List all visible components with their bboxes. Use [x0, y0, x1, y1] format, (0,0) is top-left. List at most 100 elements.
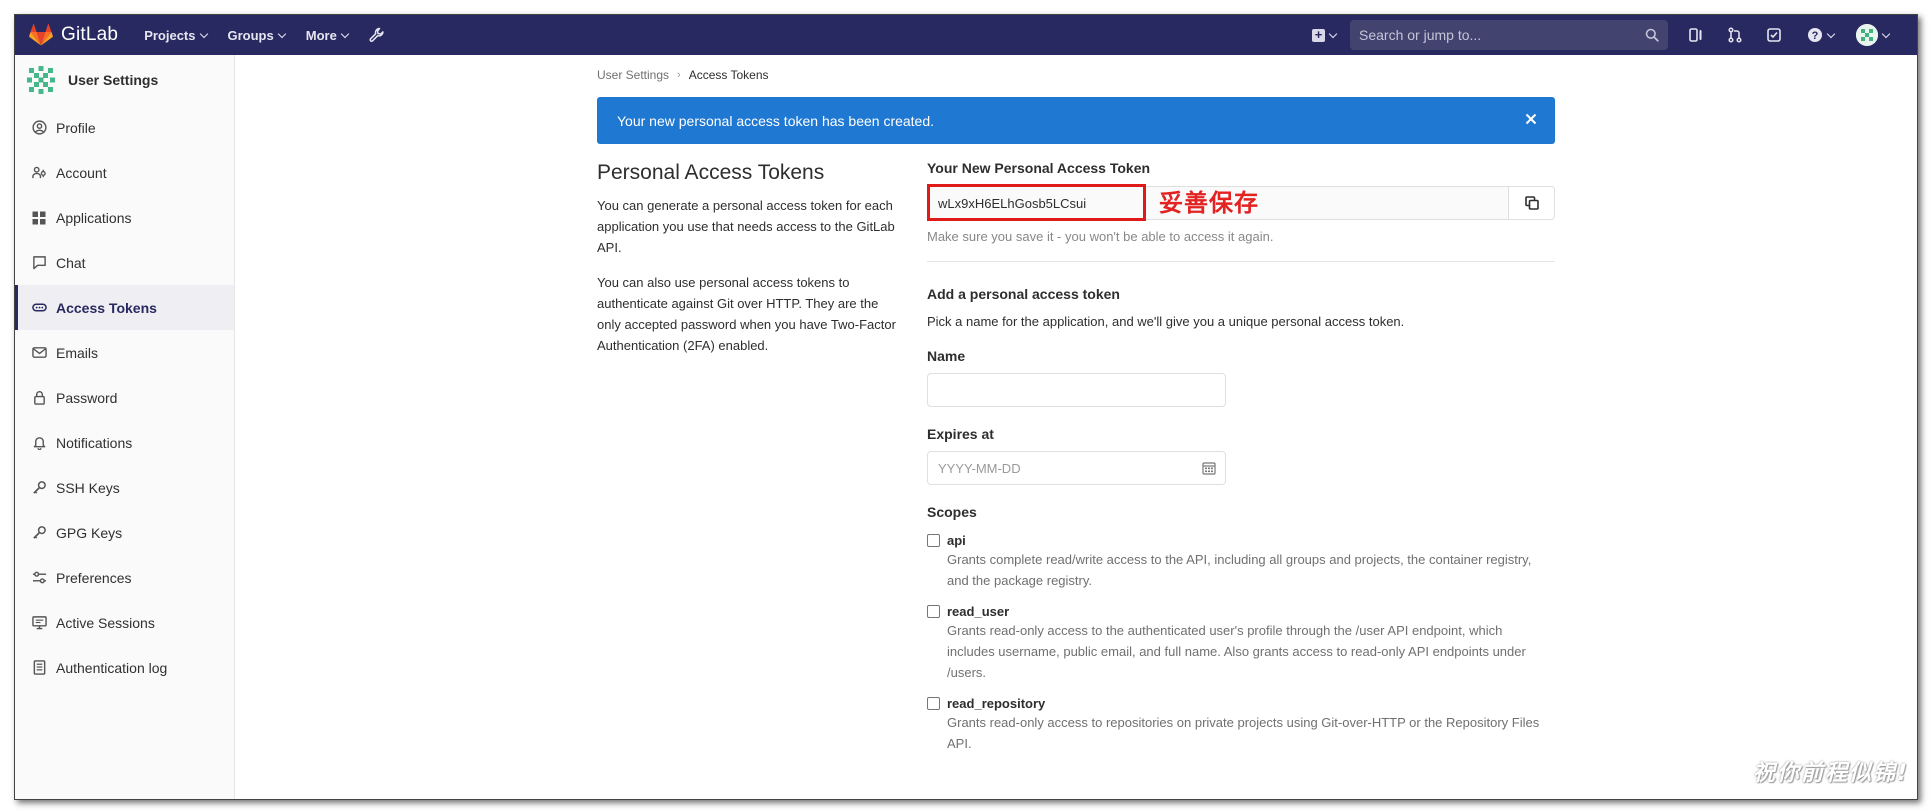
intro-paragraph-2: You can also use personal access tokens … [597, 275, 896, 353]
sidebar-item-access-tokens[interactable]: Access Tokens [15, 285, 234, 330]
scope-description: Grants complete read/write access to the… [947, 552, 1532, 588]
scope-read-user-checkbox[interactable] [927, 605, 940, 618]
scope-name[interactable]: api [947, 533, 966, 548]
sidebar-item-label: SSH Keys [56, 479, 120, 496]
sidebar-item-active-sessions[interactable]: Active Sessions [15, 600, 234, 645]
sidebar-item-notifications[interactable]: Notifications [15, 420, 234, 465]
copy-token-button[interactable] [1508, 186, 1555, 220]
nav-menu: Projects Groups More [144, 27, 406, 43]
log-icon [31, 660, 47, 676]
new-token-label: Your New Personal Access Token [927, 160, 1151, 176]
alert-message: Your new personal access token has been … [617, 112, 935, 129]
sidebar-item-label: Profile [56, 119, 96, 136]
sidebar-item-label: Applications [56, 209, 132, 226]
search-box[interactable] [1350, 20, 1668, 50]
scope-api-checkbox[interactable] [927, 534, 940, 547]
key-icon [31, 480, 47, 496]
new-token-help: Make sure you save it - you won't be abl… [927, 229, 1274, 244]
intro-column: Personal Access Tokens You can generate … [597, 160, 927, 754]
sidebar-header[interactable]: User Settings [15, 55, 234, 105]
user-avatar [1856, 24, 1878, 46]
chevron-down-icon [277, 29, 286, 38]
user-menu-button[interactable] [1856, 24, 1891, 46]
chevron-down-icon [340, 29, 350, 38]
sidebar-item-profile[interactable]: Profile [15, 105, 234, 150]
name-field[interactable] [927, 373, 1226, 407]
sidebar-item-ssh-keys[interactable]: SSH Keys [15, 465, 234, 510]
scope-name[interactable]: read_repository [947, 696, 1045, 711]
form-column: Your New Personal Access Token 妥善保存 Make… [927, 160, 1555, 754]
scope-head: api [927, 533, 1555, 548]
top-navbar: GitLab Projects Groups More + Search or … [15, 15, 1917, 55]
sidebar-item-label: Password [56, 389, 118, 406]
nav-projects-label: Projects [144, 27, 196, 43]
applications-icon [31, 210, 47, 226]
sidebar-item-authentication-log[interactable]: Authentication log [15, 645, 234, 690]
svg-text:?: ? [1811, 30, 1818, 42]
page-title: Personal Access Tokens [597, 161, 825, 184]
sidebar-item-chat[interactable]: Chat [15, 240, 234, 285]
emails-icon [31, 345, 47, 361]
todo-check-icon [1767, 28, 1781, 42]
nav-more[interactable]: More [306, 28, 350, 43]
brand-name: GitLab [61, 24, 119, 45]
lock-icon [31, 390, 47, 406]
add-token-heading: Add a personal access token [927, 286, 1120, 302]
breadcrumb-parent[interactable]: User Settings [597, 68, 669, 82]
breadcrumb: User Settings › Access Tokens [597, 55, 1555, 93]
chevron-down-icon [199, 29, 208, 38]
issues-icon [1689, 28, 1702, 42]
gitlab-logo-icon [29, 24, 53, 46]
merge-request-icon [1728, 27, 1742, 43]
scope-head: read_repository [927, 696, 1555, 711]
search-input[interactable] [1359, 27, 1645, 43]
chevron-down-icon [1328, 29, 1338, 38]
copy-icon [1524, 196, 1539, 210]
issues-button[interactable] [1686, 25, 1706, 45]
monitor-icon [31, 615, 47, 631]
breadcrumb-current[interactable]: Access Tokens [689, 68, 769, 82]
sidebar-item-preferences[interactable]: Preferences [15, 555, 234, 600]
sidebar-item-emails[interactable]: Emails [15, 330, 234, 375]
scope-read-repository: read_repository Grants read-only access … [927, 696, 1555, 754]
scope-description: Grants read-only access to repositories … [947, 715, 1540, 751]
key-icon [31, 525, 47, 541]
chevron-right-icon: › [677, 69, 681, 81]
intro-paragraph-1: You can generate a personal access token… [597, 198, 895, 255]
todos-button[interactable] [1764, 25, 1784, 45]
nav-groups-label: Groups [227, 27, 274, 43]
sidebar-item-label: Chat [56, 254, 86, 271]
scope-name[interactable]: read_user [947, 604, 1009, 619]
sidebar-item-label: Authentication log [56, 659, 168, 676]
nav-right: + ? [1312, 15, 1917, 55]
access-tokens-icon [31, 300, 47, 316]
sidebar-item-password[interactable]: Password [15, 375, 234, 420]
nav-groups[interactable]: Groups [227, 27, 286, 43]
chat-icon [31, 255, 47, 271]
sidebar-item-applications[interactable]: Applications [15, 195, 234, 240]
expires-date-field[interactable] [927, 451, 1226, 485]
help-dropdown-button[interactable]: ? [1803, 25, 1837, 45]
new-dropdown-button[interactable]: + [1312, 28, 1338, 42]
scope-read-user: read_user Grants read-only access to the… [927, 604, 1555, 683]
scope-read-repository-checkbox[interactable] [927, 697, 940, 710]
sidebar-list: Profile Account Applications Chat Access… [15, 105, 234, 690]
sidebar-item-account[interactable]: Account [15, 150, 234, 195]
name-label: Name [927, 348, 966, 364]
sidebar-title: User Settings [68, 72, 159, 88]
sidebar-item-gpg-keys[interactable]: GPG Keys [15, 510, 234, 555]
browser-frame: GitLab Projects Groups More + Search or … [14, 14, 1918, 800]
user-settings-avatar-icon [27, 66, 55, 94]
admin-wrench-button[interactable] [369, 27, 385, 43]
calendar-icon[interactable] [1202, 461, 1216, 475]
close-icon[interactable] [1523, 111, 1539, 127]
profile-icon [31, 120, 47, 136]
plus-square-icon: + [1312, 28, 1325, 42]
gitlab-brand[interactable]: GitLab [29, 15, 118, 55]
settings-sidebar: User Settings Profile Account Applicatio… [15, 55, 235, 799]
search-icon [1645, 28, 1659, 42]
merge-requests-button[interactable] [1725, 25, 1745, 45]
success-alert: Your new personal access token has been … [597, 97, 1555, 144]
sidebar-item-label: Active Sessions [56, 614, 155, 631]
nav-projects[interactable]: Projects [144, 27, 208, 43]
